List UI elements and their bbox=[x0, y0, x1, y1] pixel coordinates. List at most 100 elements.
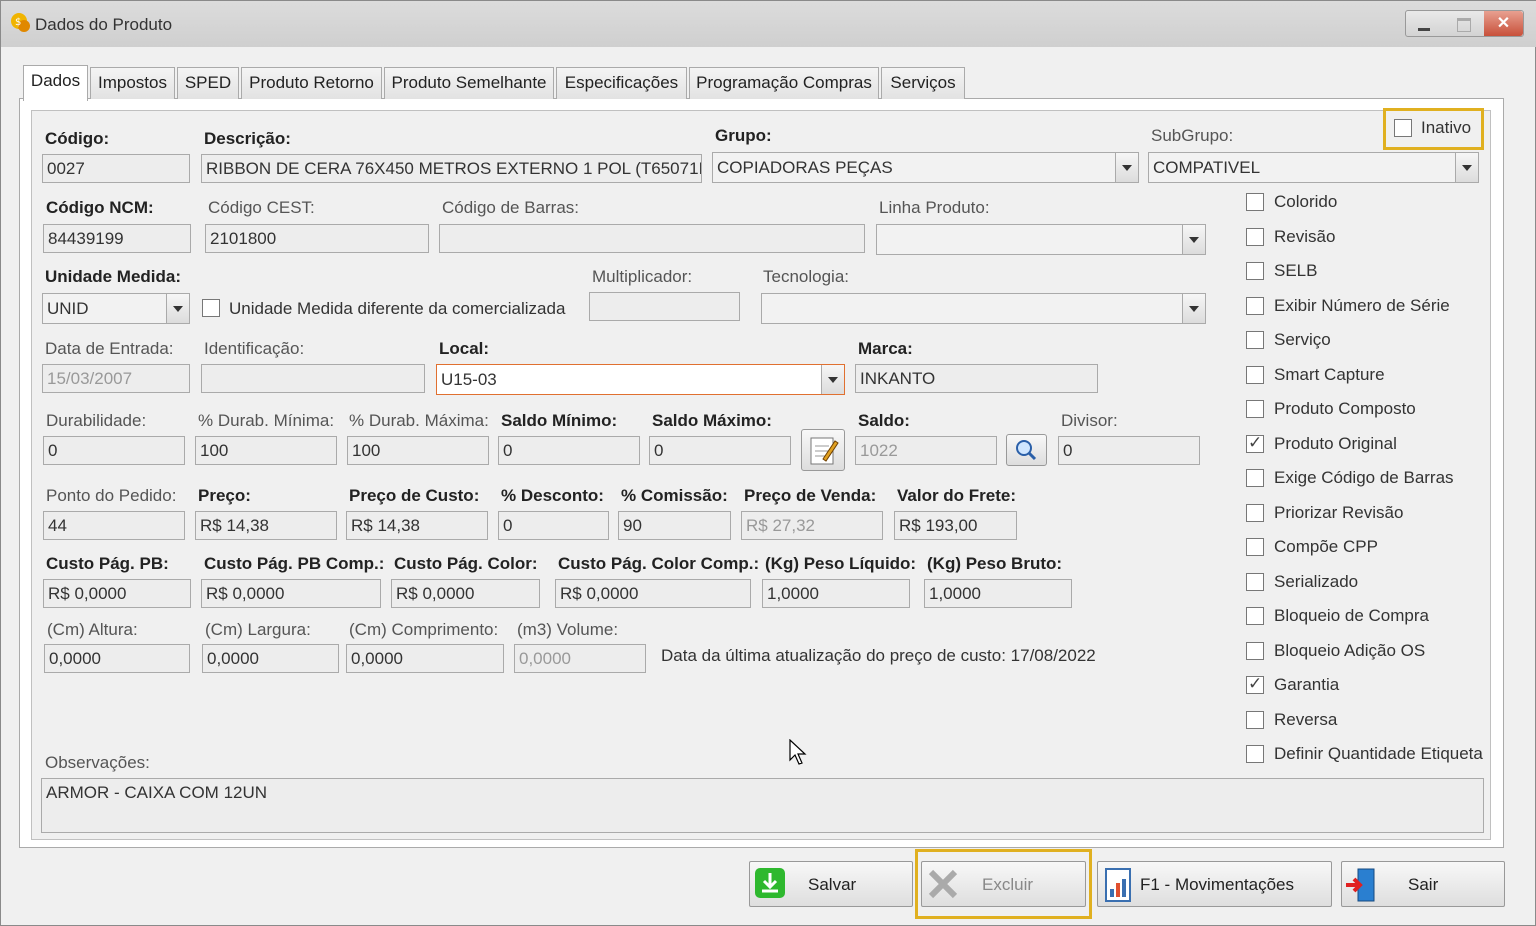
frete-field[interactable]: R$ 193,00 bbox=[894, 511, 1017, 540]
largura-field[interactable]: 0,0000 bbox=[202, 644, 339, 673]
saldo-min-field[interactable]: 0 bbox=[498, 436, 640, 465]
flag-checkbox[interactable] bbox=[1246, 607, 1264, 625]
flag-checkbox[interactable] bbox=[1246, 193, 1264, 211]
flag-checkbox[interactable] bbox=[1246, 365, 1264, 384]
svg-text:$: $ bbox=[15, 17, 21, 28]
movimentacoes-button[interactable]: F1 - Movimentações bbox=[1097, 861, 1332, 907]
durab-min-field[interactable]: 100 bbox=[195, 436, 337, 465]
flag-checkbox[interactable] bbox=[1246, 331, 1264, 349]
tab-produto-semelhante[interactable]: Produto Semelhante bbox=[384, 67, 554, 99]
ncm-label: Código NCM: bbox=[46, 198, 154, 217]
preco-field[interactable]: R$ 14,38 bbox=[195, 511, 337, 540]
inativo-checkbox[interactable] bbox=[1394, 119, 1412, 137]
subgrupo-value: COMPATIVEL bbox=[1153, 158, 1261, 177]
durab-max-field[interactable]: 100 bbox=[347, 436, 489, 465]
unidade-diff-checkbox[interactable] bbox=[202, 299, 220, 317]
subgrupo-select[interactable]: COMPATIVEL bbox=[1148, 152, 1479, 183]
tab-sped[interactable]: SPED bbox=[177, 67, 239, 99]
linha-select[interactable] bbox=[876, 224, 1206, 255]
preco-custo-field[interactable]: R$ 14,38 bbox=[346, 511, 488, 540]
custo-color-field[interactable]: R$ 0,0000 bbox=[391, 579, 540, 608]
peso-liq-label: (Kg) Peso Líquido: bbox=[765, 554, 917, 573]
barras-field[interactable] bbox=[439, 224, 865, 253]
flag-checkbox[interactable] bbox=[1246, 227, 1264, 246]
tab-produto-retorno[interactable]: Produto Retorno bbox=[241, 67, 382, 99]
custo-color-comp-label: Custo Pág. Color Comp.: bbox=[558, 554, 760, 573]
saldo-max-field[interactable]: 0 bbox=[649, 436, 791, 465]
chevron-down-icon[interactable] bbox=[1115, 153, 1138, 182]
ponto-pedido-field[interactable]: 44 bbox=[43, 511, 185, 540]
edit-saldo-button[interactable] bbox=[801, 429, 845, 471]
chevron-down-icon[interactable] bbox=[821, 365, 844, 394]
divisor-field[interactable]: 0 bbox=[1058, 436, 1200, 465]
tab-servicos[interactable]: Serviços bbox=[881, 67, 965, 99]
tab-impostos[interactable]: Impostos bbox=[90, 67, 175, 99]
peso-liq-field[interactable]: 1,0000 bbox=[762, 579, 910, 608]
comprimento-field[interactable]: 0,0000 bbox=[346, 644, 504, 673]
flag-checkbox-label: Reversa bbox=[1274, 709, 1338, 729]
maximize-button[interactable] bbox=[1445, 11, 1484, 36]
close-button[interactable]: ✕ bbox=[1484, 11, 1523, 36]
salvar-button[interactable]: Salvar bbox=[749, 861, 913, 907]
flag-checkbox[interactable] bbox=[1246, 572, 1264, 591]
flag-checkbox[interactable] bbox=[1246, 400, 1264, 418]
cest-field[interactable]: 2101800 bbox=[205, 224, 429, 253]
title-bar: $ Dados do Produto ✕ bbox=[1, 1, 1536, 47]
desconto-label: % Desconto: bbox=[501, 486, 604, 505]
search-saldo-button[interactable] bbox=[1006, 434, 1047, 466]
multiplicador-field[interactable] bbox=[589, 292, 740, 321]
flag-checkbox[interactable] bbox=[1246, 538, 1264, 556]
data-entrada-label: Data de Entrada: bbox=[45, 339, 174, 358]
peso-bruto-field[interactable]: 1,0000 bbox=[924, 579, 1072, 608]
peso-bruto-label: (Kg) Peso Bruto: bbox=[927, 554, 1063, 573]
tecnologia-select[interactable] bbox=[761, 293, 1206, 324]
grupo-value: COPIADORAS PEÇAS bbox=[717, 158, 893, 177]
flag-checkbox[interactable] bbox=[1246, 433, 1264, 453]
unidade-select[interactable]: UNID bbox=[42, 293, 190, 324]
local-select[interactable]: U15-03 bbox=[436, 364, 845, 395]
flag-checkbox-label: Garantia bbox=[1274, 675, 1340, 694]
linha-label: Linha Produto: bbox=[879, 198, 990, 217]
excluir-button[interactable]: Excluir bbox=[921, 861, 1086, 907]
flag-checkbox[interactable] bbox=[1246, 469, 1264, 487]
desconto-field[interactable]: 0 bbox=[498, 511, 609, 540]
tab-programacao-compras[interactable]: Programação Compras bbox=[689, 67, 879, 99]
flag-checkbox-label: Produto Original bbox=[1274, 433, 1397, 453]
chevron-down-icon[interactable] bbox=[1182, 225, 1205, 254]
flag-checkbox[interactable] bbox=[1246, 262, 1264, 280]
flag-checkbox[interactable] bbox=[1246, 710, 1264, 729]
saldo-min-label: Saldo Mínimo: bbox=[501, 411, 618, 430]
tab-dados[interactable]: Dados bbox=[23, 65, 88, 101]
tab-especificacoes[interactable]: Especificações bbox=[556, 67, 687, 99]
largura-label: (Cm) Largura: bbox=[205, 620, 311, 639]
codigo-field[interactable]: 0027 bbox=[42, 154, 190, 183]
identificacao-field[interactable] bbox=[201, 364, 425, 393]
custo-color-comp-field[interactable]: R$ 0,0000 bbox=[555, 579, 751, 608]
grupo-select[interactable]: COPIADORAS PEÇAS bbox=[712, 152, 1139, 183]
minimize-button[interactable] bbox=[1406, 11, 1445, 36]
edit-icon bbox=[810, 437, 839, 465]
custo-pb-field[interactable]: R$ 0,0000 bbox=[43, 579, 191, 608]
chevron-down-icon[interactable] bbox=[1455, 153, 1478, 182]
excluir-label: Excluir bbox=[982, 875, 1034, 894]
durab-min-label: % Durab. Mínima: bbox=[198, 411, 335, 430]
flag-checkbox[interactable] bbox=[1246, 745, 1264, 763]
ncm-field[interactable]: 84439199 bbox=[43, 224, 191, 253]
observacoes-field[interactable]: ARMOR - CAIXA COM 12UN bbox=[41, 778, 1484, 833]
flag-checkbox[interactable] bbox=[1246, 674, 1264, 694]
flag-checkbox[interactable] bbox=[1246, 641, 1264, 660]
comissao-field[interactable]: 90 bbox=[618, 511, 731, 540]
inativo-label: Inativo bbox=[1421, 118, 1472, 137]
flag-checkbox-label: Priorizar Revisão bbox=[1274, 502, 1404, 522]
custo-pb-comp-field[interactable]: R$ 0,0000 bbox=[201, 579, 381, 608]
altura-field[interactable]: 0,0000 bbox=[44, 644, 190, 673]
durabilidade-field[interactable]: 0 bbox=[43, 436, 185, 465]
descricao-field[interactable]: RIBBON DE CERA 76X450 METROS EXTERNO 1 P… bbox=[201, 154, 702, 183]
marca-field[interactable]: INKANTO bbox=[855, 364, 1098, 393]
chevron-down-icon[interactable] bbox=[166, 294, 189, 323]
flag-checkbox[interactable] bbox=[1246, 503, 1264, 522]
flag-checkbox[interactable] bbox=[1246, 296, 1264, 315]
chevron-down-icon[interactable] bbox=[1182, 294, 1205, 323]
ultima-atualizacao-text: Data da última atualização do preço de c… bbox=[661, 646, 1096, 665]
sair-button[interactable]: Sair bbox=[1341, 861, 1505, 907]
